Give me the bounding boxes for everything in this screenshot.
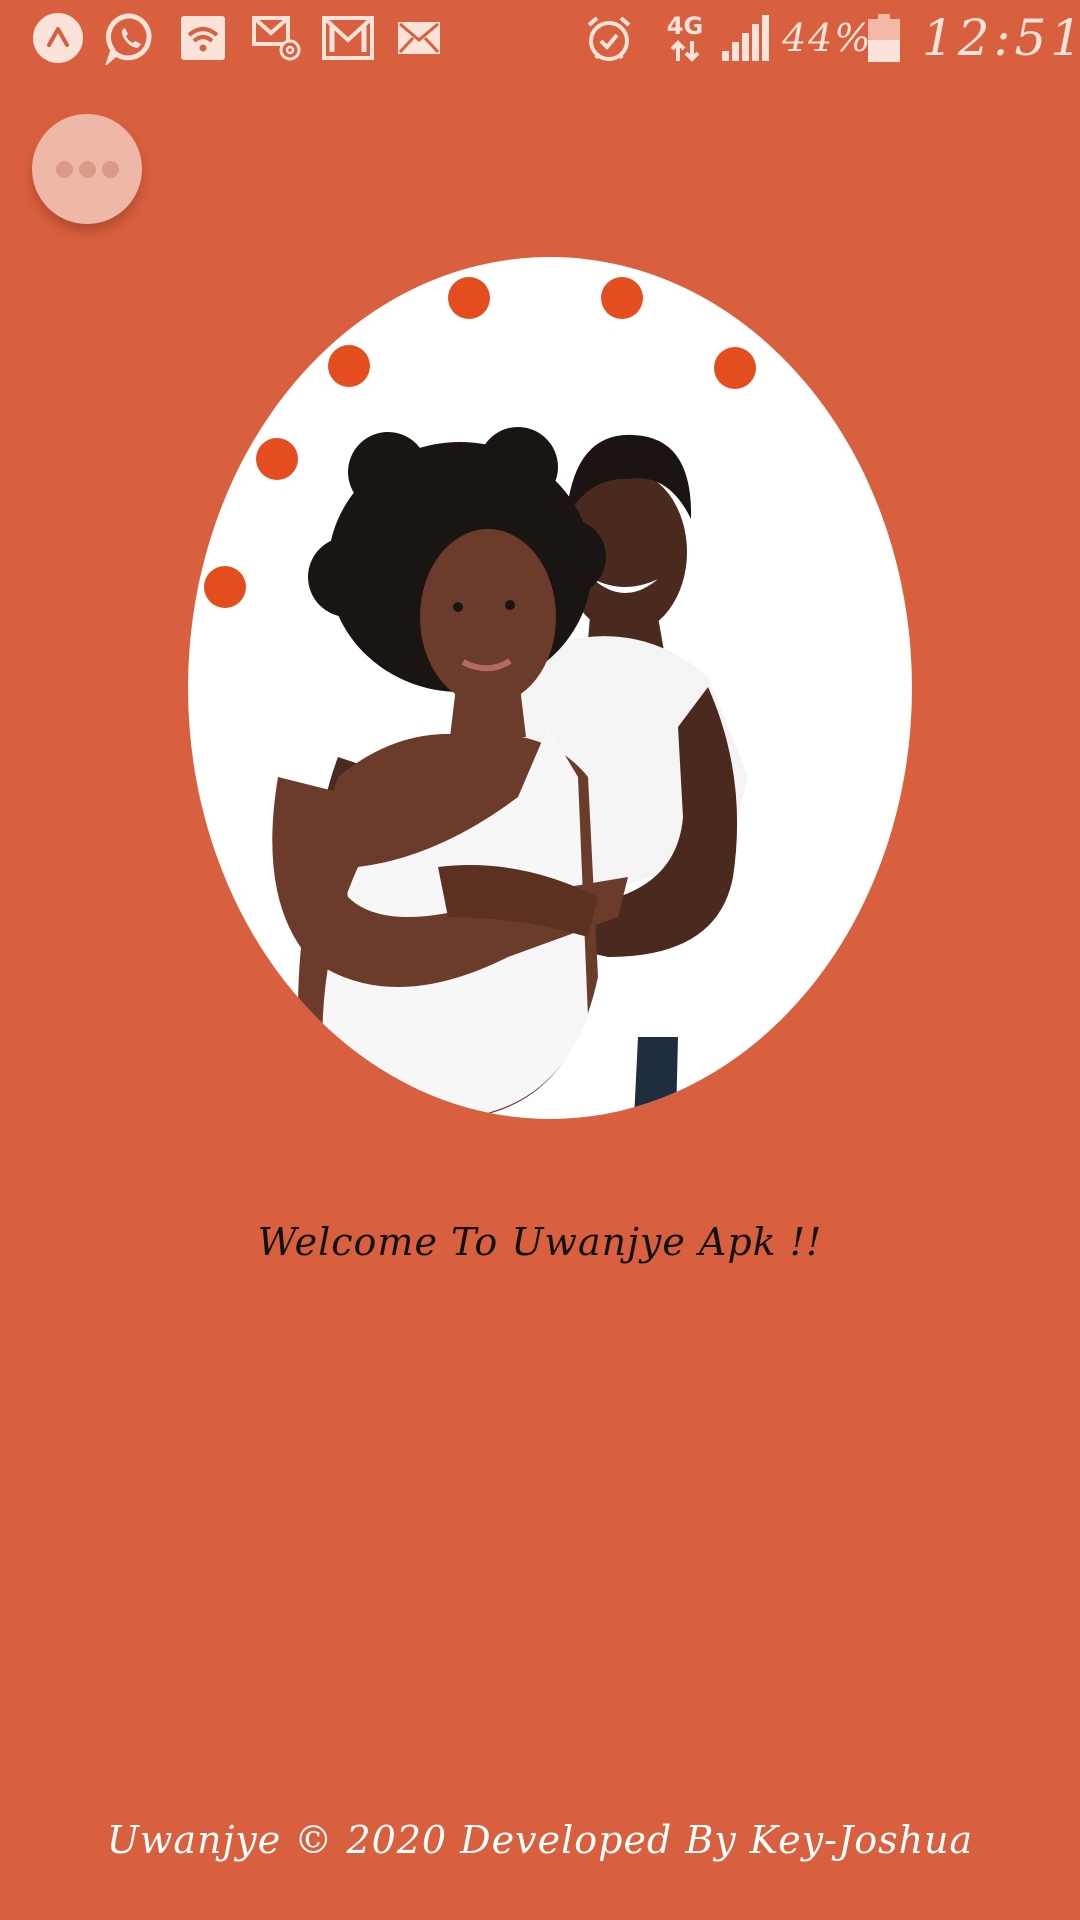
more-horizontal-icon bbox=[55, 160, 73, 178]
mail-icon bbox=[396, 10, 442, 66]
wifi-icon bbox=[180, 10, 226, 66]
email-at-icon bbox=[252, 10, 302, 66]
alarm-icon bbox=[584, 10, 634, 66]
signal-icon bbox=[720, 10, 770, 66]
couple-embrace-photo bbox=[188, 257, 912, 1119]
clock: 12:51 bbox=[922, 9, 1080, 67]
whatsapp-icon bbox=[104, 10, 158, 66]
gmail-icon bbox=[322, 10, 374, 66]
more-horizontal-icon bbox=[78, 160, 96, 178]
battery-percent: 44% bbox=[782, 16, 873, 60]
footer-copyright: Uwanjye © 2020 Developed By Key-Joshua bbox=[106, 1818, 974, 1862]
battery-icon bbox=[866, 10, 902, 66]
more-options-button[interactable] bbox=[32, 114, 142, 224]
welcome-message: Welcome To Uwanjye Apk !! bbox=[257, 1220, 823, 1264]
app-launcher-icon bbox=[32, 10, 84, 66]
mobile-data-4g-icon: 4G bbox=[660, 10, 710, 66]
more-horizontal-icon bbox=[101, 160, 119, 178]
status-bar: 4G 44% 12:51 bbox=[0, 0, 1080, 76]
network-type-label: 4G bbox=[666, 12, 704, 40]
